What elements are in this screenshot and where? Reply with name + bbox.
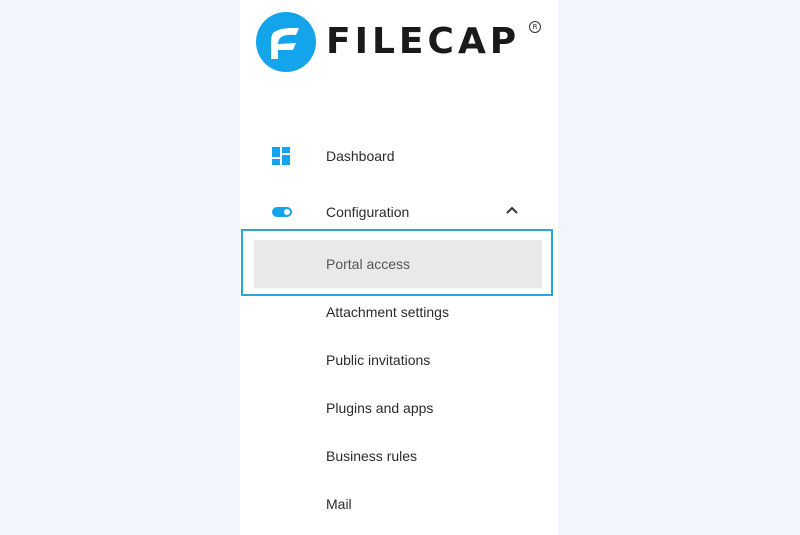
sidebar-item-configuration[interactable]: Configuration	[254, 188, 542, 236]
sidebar-item-label: Attachment settings	[326, 304, 449, 320]
brand-name: FILECAP	[326, 21, 521, 62]
registered-mark-icon: R	[529, 21, 541, 33]
sidebar-item-label: Public invitations	[326, 352, 431, 368]
chevron-up-icon[interactable]	[506, 206, 518, 214]
sidebar-item-mail[interactable]: Mail	[254, 480, 542, 528]
sidebar-item-plugins-and-apps[interactable]: Plugins and apps	[254, 384, 542, 432]
dashboard-grid-icon	[272, 147, 290, 165]
toggle-icon	[272, 207, 292, 217]
sidebar-item-attachment-settings[interactable]: Attachment settings	[254, 288, 542, 336]
sidebar-item-label: Mail	[326, 496, 352, 512]
sidebar-item-public-invitations[interactable]: Public invitations	[254, 336, 542, 384]
brand-logo[interactable]: FILECAP	[256, 12, 520, 72]
sidebar-item-portal-access[interactable]: Portal access	[254, 240, 542, 288]
sidebar-item-label: Dashboard	[326, 148, 395, 164]
sidebar-item-label: Plugins and apps	[326, 400, 434, 416]
sidebar-item-label: Configuration	[326, 204, 410, 220]
filecap-logo-icon	[256, 12, 316, 72]
sidebar-item-dashboard[interactable]: Dashboard	[254, 132, 542, 180]
sidebar-item-label: Portal access	[326, 256, 411, 272]
sidebar-item-label: Business rules	[326, 448, 418, 464]
sidebar-item-business-rules[interactable]: Business rules	[254, 432, 542, 480]
